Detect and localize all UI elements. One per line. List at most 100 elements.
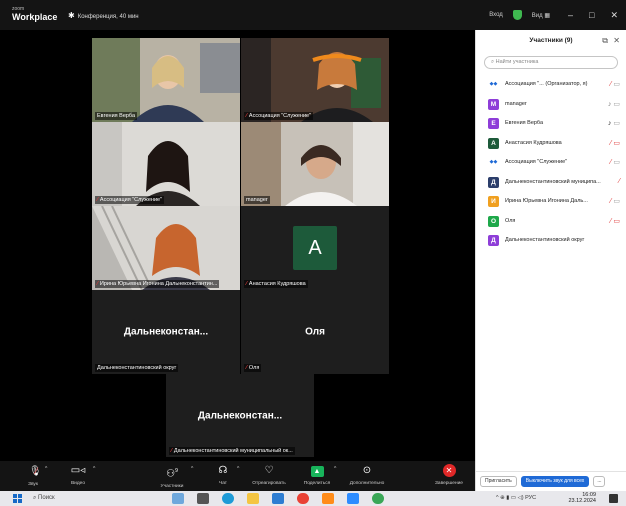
participant-list: ◆◆ Ассоциация "... (Организатор, я) ⁄ ▭ … — [476, 75, 626, 251]
mic-muted-icon[interactable]: ⁄ — [610, 198, 611, 205]
windows-start-icon[interactable] — [13, 494, 22, 503]
video-tile[interactable]: ⁄ Ирина Юрьевна Игонина Дальнеконстантин.… — [92, 206, 240, 290]
mic-icon[interactable]: ♪ — [608, 120, 612, 127]
participants-options-caret[interactable]: ^ — [191, 466, 193, 472]
search-placeholder: Найти участника — [495, 59, 539, 65]
participant-item[interactable]: Д Дальнеконстантиновский округ — [476, 231, 626, 251]
camera-icon[interactable]: ▭ — [613, 159, 620, 166]
search-icon: ⌕ — [33, 495, 37, 501]
close-button[interactable]: ✕ — [610, 10, 618, 21]
task-view-icon[interactable] — [197, 493, 209, 504]
more-button[interactable]: ⊙ Дополнительно — [339, 464, 395, 486]
signin-button[interactable]: Вход — [489, 12, 503, 18]
invite-button[interactable]: Пригласить — [480, 476, 517, 487]
search-input[interactable]: ⌕ Найти участника — [484, 56, 618, 69]
tile-name-text: Оля — [248, 365, 260, 371]
mic-muted-icon[interactable]: ⁄ — [619, 178, 620, 185]
tile-name-label: manager — [244, 196, 270, 204]
video-tile[interactable]: Дальнеконстан... Дальнеконстантиновский … — [92, 290, 240, 374]
view-button[interactable]: Вид ▦ — [532, 12, 550, 19]
participant-status-icons: ⁄ ▭ — [610, 139, 620, 147]
camera-icon[interactable]: ▭ — [613, 81, 620, 88]
participant-item[interactable]: M manager ♪ ▭ — [476, 95, 626, 115]
tile-center-name: Дальнеконстан... — [197, 410, 283, 421]
mic-muted-icon[interactable]: ⁄ — [610, 159, 611, 166]
video-tile[interactable]: manager — [241, 122, 389, 206]
video-tile[interactable]: ⁄ Ассоциация "Служение" — [92, 122, 240, 206]
camera-icon: ▭◃ — [70, 465, 86, 476]
chat-options-caret[interactable]: ^ — [237, 466, 239, 472]
share-icon: ▲ — [289, 464, 345, 478]
close-panel-icon[interactable]: ✕ — [613, 30, 620, 52]
mic-icon[interactable]: ♪ — [608, 101, 612, 108]
camera-icon[interactable]: ▭ — [613, 198, 620, 205]
tile-center-name: Оля — [305, 326, 325, 338]
mic-muted-icon[interactable]: ⁄ — [610, 81, 611, 88]
more-icon: ⊙ — [362, 465, 372, 476]
video-tile[interactable]: ⁄ Ассоциация "Служение" — [241, 38, 389, 122]
clock[interactable]: 16:09 23.12.2024 — [568, 492, 596, 504]
video-button[interactable]: ▭◃ Видео — [50, 464, 106, 486]
video-tile[interactable]: Дальнеконстан... ⁄ Дальнеконстантиновский… — [166, 374, 314, 457]
maximize-button[interactable]: □ — [589, 10, 594, 20]
participant-item[interactable]: Е Евгения Верба ♪ ▭ — [476, 114, 626, 134]
more-options-button[interactable]: ... — [593, 476, 606, 487]
language-indicator[interactable]: РУС — [525, 495, 536, 501]
panel-footer: Пригласить Выключить звук для всех ... — [476, 471, 626, 491]
gear-flower-icon: ✱ — [68, 11, 75, 20]
participants-count: 9 — [175, 468, 178, 474]
participant-item[interactable]: Д Дальнеконстантиновский муниципа... ⁄ — [476, 173, 626, 193]
tile-name-text: Дальнеконстантиновский округ — [97, 365, 177, 371]
mute-all-button[interactable]: Выключить звук для всех — [520, 476, 590, 487]
meeting-title[interactable]: ✱ Конференция, 40 мин — [68, 11, 139, 20]
minimize-button[interactable]: – — [568, 10, 573, 20]
video-options-caret[interactable]: ^ — [93, 466, 95, 472]
mic-muted-icon[interactable]: ⁄ — [610, 140, 611, 147]
app-icon[interactable] — [322, 493, 334, 504]
tray-icons[interactable]: ^ ⊕ ▮ ▭ ◁) РУС — [496, 495, 536, 501]
participant-item[interactable]: И Ирина Юрьевна Игонина Даль... ⁄ ▭ — [476, 192, 626, 212]
tile-name-label: ⁄ Анастасия Кудряшова — [244, 280, 308, 288]
avatar: M — [488, 98, 499, 110]
view-label: Вид — [531, 12, 543, 19]
meeting-title-text: Конференция, 40 мин — [77, 14, 139, 20]
share-button[interactable]: ▲ Поделиться — [289, 464, 345, 486]
participant-item[interactable]: ◆◆ Ассоциация "Служение" ⁄ ▭ — [476, 153, 626, 173]
camera-icon[interactable]: ▭ — [613, 120, 620, 127]
camera-icon[interactable]: ▭ — [613, 101, 620, 108]
avatar: А — [293, 226, 337, 270]
participant-item[interactable]: А Анастасия Кудряшова ⁄ ▭ — [476, 134, 626, 154]
participant-video — [92, 38, 240, 122]
participant-item[interactable]: ◆◆ Ассоциация "... (Организатор, я) ⁄ ▭ — [476, 75, 626, 95]
video-tile[interactable]: Оля ⁄ Оля — [241, 290, 389, 374]
participant-item[interactable]: О Оля ⁄ ▭ — [476, 212, 626, 232]
video-tile[interactable]: Евгения Верба — [92, 38, 240, 122]
participant-video — [92, 122, 240, 206]
file-explorer-icon[interactable] — [247, 493, 259, 504]
mic-muted-icon[interactable]: ⁄ — [610, 218, 611, 225]
chrome-icon[interactable] — [297, 493, 309, 504]
store-icon[interactable] — [272, 493, 284, 504]
participant-name: Ирина Юрьевна Игонина Даль... — [505, 198, 588, 204]
tile-center-name: Дальнеконстан... — [123, 326, 209, 338]
video-tile[interactable]: А ⁄ Анастасия Кудряшова — [241, 206, 389, 290]
tile-name-label: ⁄ Ассоциация "Служение" — [244, 112, 314, 120]
camera-off-icon[interactable]: ▭ — [613, 218, 620, 225]
zoom-app-icon[interactable] — [347, 493, 359, 504]
avatar: О — [488, 215, 499, 227]
avatar: ◆◆ — [489, 159, 498, 165]
popout-icon[interactable]: ⧉ — [602, 30, 608, 52]
audio-options-caret[interactable]: ^ — [45, 466, 47, 472]
share-options-caret[interactable]: ^ — [334, 466, 336, 472]
camera-off-icon[interactable]: ▭ — [613, 140, 620, 147]
video-label: Видео — [70, 481, 85, 486]
tile-name-text: Анастасия Кудряшова — [248, 281, 306, 287]
end-button[interactable]: ✕ Завершение — [421, 464, 477, 486]
widgets-icon[interactable] — [172, 493, 184, 504]
notification-icon[interactable] — [609, 494, 618, 503]
shield-icon[interactable] — [512, 10, 522, 20]
telegram-icon[interactable] — [372, 493, 384, 504]
mic-muted-icon: ⁄ — [171, 448, 172, 454]
taskbar-search[interactable]: ⌕ Поиск — [33, 493, 138, 504]
edge-icon[interactable] — [222, 493, 234, 504]
